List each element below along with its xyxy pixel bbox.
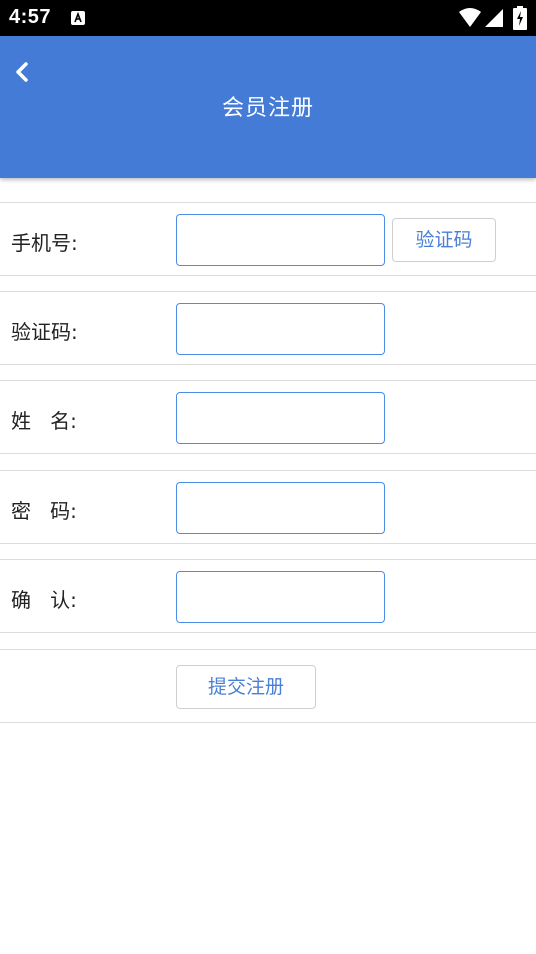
a-icon: [71, 11, 85, 25]
page-title: 会员注册: [221, 96, 314, 121]
submit-button[interactable]: 提交注册: [176, 665, 316, 709]
password-label: 密 码:: [11, 499, 77, 523]
status-time: 4:57: [9, 6, 52, 28]
back-button[interactable]: [10, 56, 36, 86]
signal-icon: [485, 9, 503, 27]
password-row: 密 码:: [0, 470, 536, 544]
name-input[interactable]: [176, 392, 385, 444]
app-header: 会员注册: [0, 36, 536, 178]
phone-row: 手机号: 验证码: [0, 202, 536, 276]
password-input[interactable]: [176, 482, 385, 534]
phone-label: 手机号:: [11, 231, 78, 255]
chevron-left-icon: [16, 62, 28, 82]
code-label: 验证码:: [11, 320, 78, 344]
confirm-input[interactable]: [176, 571, 385, 623]
code-input[interactable]: [176, 303, 385, 355]
phone-input[interactable]: [176, 214, 385, 266]
name-row: 姓 名:: [0, 380, 536, 454]
name-label: 姓 名:: [11, 409, 77, 433]
wifi-icon: [459, 8, 481, 27]
status-bar: 4:57: [0, 0, 536, 36]
confirm-label: 确 认:: [11, 588, 77, 612]
code-row: 验证码:: [0, 291, 536, 365]
confirm-row: 确 认:: [0, 559, 536, 633]
get-code-button[interactable]: 验证码: [392, 218, 496, 262]
battery-icon: [513, 6, 527, 30]
submit-row: 提交注册: [0, 649, 536, 723]
